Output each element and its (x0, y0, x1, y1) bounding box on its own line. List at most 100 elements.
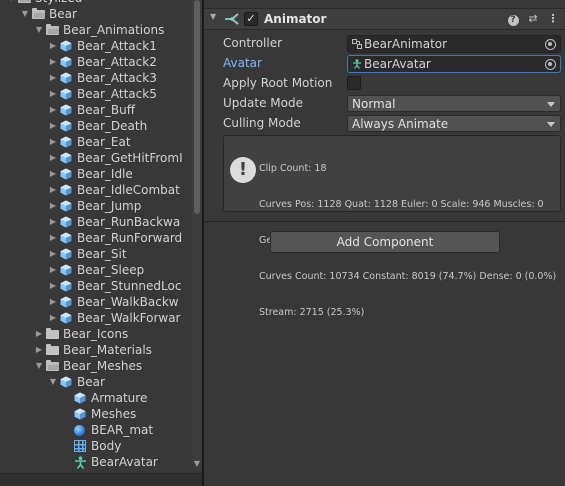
expand-arrow-right-icon[interactable]: ▶ (48, 262, 58, 278)
expand-arrow-right-icon[interactable]: ▶ (48, 118, 58, 134)
project-tree-item[interactable]: ▶ Bear_GetHitFromI (0, 150, 192, 166)
scroll-down-arrow-icon[interactable]: ▼ (191, 459, 202, 469)
controller-field[interactable]: BearAnimator (347, 35, 561, 53)
project-tree-item[interactable]: ▶ Bear_RunForward (0, 230, 192, 246)
prefab-cube-icon (60, 40, 72, 52)
info-warning-icon: ! (230, 157, 256, 183)
apply-root-motion-checkbox[interactable] (347, 76, 361, 90)
project-tree-item[interactable]: ▶ Bear_Attack3 (0, 70, 192, 86)
project-tree-item-label: Bear_Death (77, 119, 148, 133)
add-component-button[interactable]: Add Component (270, 231, 500, 253)
update-mode-value: Normal (352, 97, 396, 111)
prefab-cube-icon (60, 200, 72, 212)
project-tree-item-label: Bear (77, 375, 105, 389)
expand-arrow-right-icon[interactable]: ▶ (48, 38, 58, 54)
project-tree-item[interactable]: ▼ Bear_Meshes (0, 358, 192, 374)
animator-component-header[interactable]: ▼ ✓ Animator ? ⇄ ⋮ (204, 8, 565, 30)
expand-arrow-down-icon[interactable]: ▼ (20, 6, 30, 22)
expand-arrow-right-icon[interactable]: ▶ (48, 166, 58, 182)
expand-arrow-right-icon[interactable]: ▶ (48, 198, 58, 214)
project-tree-item[interactable]: ▶ Bear_IdleCombat (0, 182, 192, 198)
expand-arrow-down-icon[interactable]: ▼ (34, 22, 44, 38)
project-tree-item[interactable]: ▶ Bear_RunBackwa (0, 214, 192, 230)
presets-icon[interactable]: ⇄ (526, 12, 540, 26)
expand-arrow-right-icon[interactable]: ▶ (34, 326, 44, 342)
project-tree-item[interactable]: ▶ Bear_Jump (0, 198, 192, 214)
expand-arrow-right-icon[interactable]: ▶ (48, 54, 58, 70)
project-tree-item[interactable]: ▼ Bear (0, 374, 192, 390)
project-tree-item-label: Bear_StunnedLoc (77, 279, 182, 293)
project-scrollbar-thumb[interactable] (194, 0, 200, 214)
expand-arrow-right-icon[interactable]: ▶ (48, 278, 58, 294)
project-tree-item-label: Bear_Jump (77, 199, 142, 213)
prefab-cube-icon (74, 392, 86, 404)
foldout-arrow-icon[interactable]: ▼ (210, 12, 216, 21)
expand-arrow-right-icon[interactable]: ▶ (48, 214, 58, 230)
culling-mode-dropdown[interactable]: Always Animate (347, 115, 561, 132)
project-tree-item-label: Bear_Attack1 (77, 39, 157, 53)
expand-arrow-right-icon[interactable]: ▶ (34, 342, 44, 358)
project-tree-item[interactable]: Armature (0, 390, 192, 406)
expand-arrow-right-icon[interactable]: ▶ (48, 70, 58, 86)
project-tree-item[interactable]: ▶ Bear_Icons (0, 326, 192, 342)
project-tree-item[interactable]: ▶ Bear_Idle (0, 166, 192, 182)
project-tree-item-label: Bear_WalkForwar (77, 311, 181, 325)
project-tree-item[interactable]: ▼ Bear (0, 6, 192, 22)
project-tree-item-label: Bear_WalkBackw (77, 295, 179, 309)
project-tree-item[interactable]: ▶ Bear_Sleep (0, 262, 192, 278)
expand-arrow-right-icon[interactable]: ▶ (48, 134, 58, 150)
project-tree-item[interactable]: ▶ Bear_Attack5 (0, 86, 192, 102)
project-tree-item[interactable]: ▶ Bear_Materials (0, 342, 192, 358)
project-tree-item[interactable]: ▶ Bear_Eat (0, 134, 192, 150)
project-tree-item-label: Bear_Sit (77, 247, 127, 261)
expand-arrow-right-icon[interactable]: ▶ (48, 310, 58, 326)
project-tree-item[interactable]: ▶ Bear_Buff (0, 102, 192, 118)
project-tree-item[interactable]: ▶ Bear_WalkBackw (0, 294, 192, 310)
project-tree-item[interactable]: ▶ Bear_Death (0, 118, 192, 134)
project-tree-item[interactable]: ▶ Bear_StunnedLoc (0, 278, 192, 294)
component-enabled-checkbox[interactable]: ✓ (244, 12, 258, 26)
project-tree-item-label: Bear_Animations (63, 23, 165, 37)
folder-open-icon (18, 0, 31, 3)
project-tree-item[interactable]: Meshes (0, 406, 192, 422)
help-icon[interactable]: ? (506, 12, 520, 26)
expand-arrow-right-icon[interactable]: ▶ (48, 230, 58, 246)
expand-arrow-right-icon[interactable]: ▶ (48, 182, 58, 198)
expand-arrow-right-icon[interactable]: ▶ (48, 294, 58, 310)
project-tree-item[interactable]: ▶ Bear_WalkForwar (0, 310, 192, 326)
prefab-cube-icon (60, 280, 72, 292)
project-tree-item-label: Bear_Eat (77, 135, 131, 149)
project-tree-item[interactable]: BEAR_mat (0, 422, 192, 438)
expand-arrow-right-icon[interactable]: ▶ (48, 86, 58, 102)
project-tree-item[interactable]: ▶ Bear_Attack2 (0, 54, 192, 70)
object-picker-icon[interactable] (545, 39, 556, 50)
project-tree-item[interactable]: ▶ Bear_Sit (0, 246, 192, 262)
avatar-icon (74, 456, 87, 469)
expand-arrow-right-icon[interactable]: ▶ (48, 102, 58, 118)
project-tree-item-label: Bear_RunBackwa (77, 215, 181, 229)
folder-icon (46, 328, 59, 339)
more-options-icon[interactable]: ⋮ (546, 12, 560, 26)
controller-value: BearAnimator (364, 37, 448, 51)
inspector-panel: ▼ ✓ Animator ? ⇄ ⋮ Controller BearAnimat… (204, 0, 565, 486)
project-tree-item-label: Bear_Idle (77, 167, 133, 181)
expand-arrow-right-icon[interactable]: ▶ (48, 246, 58, 262)
expand-arrow-down-icon[interactable]: ▼ (48, 374, 58, 390)
project-tree-item-label: Bear_Sleep (77, 263, 145, 277)
project-tree-item[interactable]: Body (0, 438, 192, 454)
project-footer-bar (0, 473, 202, 486)
folder-open-icon (46, 360, 59, 371)
avatar-value: BearAvatar (364, 57, 431, 71)
avatar-field[interactable]: BearAvatar (347, 55, 561, 73)
project-tree-item-label: Bear_Materials (63, 343, 152, 357)
expand-arrow-right-icon[interactable]: ▶ (48, 150, 58, 166)
expand-arrow-down-icon[interactable]: ▼ (34, 358, 44, 374)
update-mode-dropdown[interactable]: Normal (347, 95, 561, 112)
apply-root-motion-label: Apply Root Motion (223, 76, 333, 90)
project-tree-item[interactable]: ▼ Bear_Animations (0, 22, 192, 38)
project-tree-item[interactable]: BearAvatar (0, 454, 192, 470)
object-picker-icon[interactable] (545, 59, 556, 70)
help-glyph: ? (507, 15, 519, 26)
project-tree-item[interactable]: ▶ Bear_Attack1 (0, 38, 192, 54)
project-tree-item-label: Body (91, 439, 122, 453)
